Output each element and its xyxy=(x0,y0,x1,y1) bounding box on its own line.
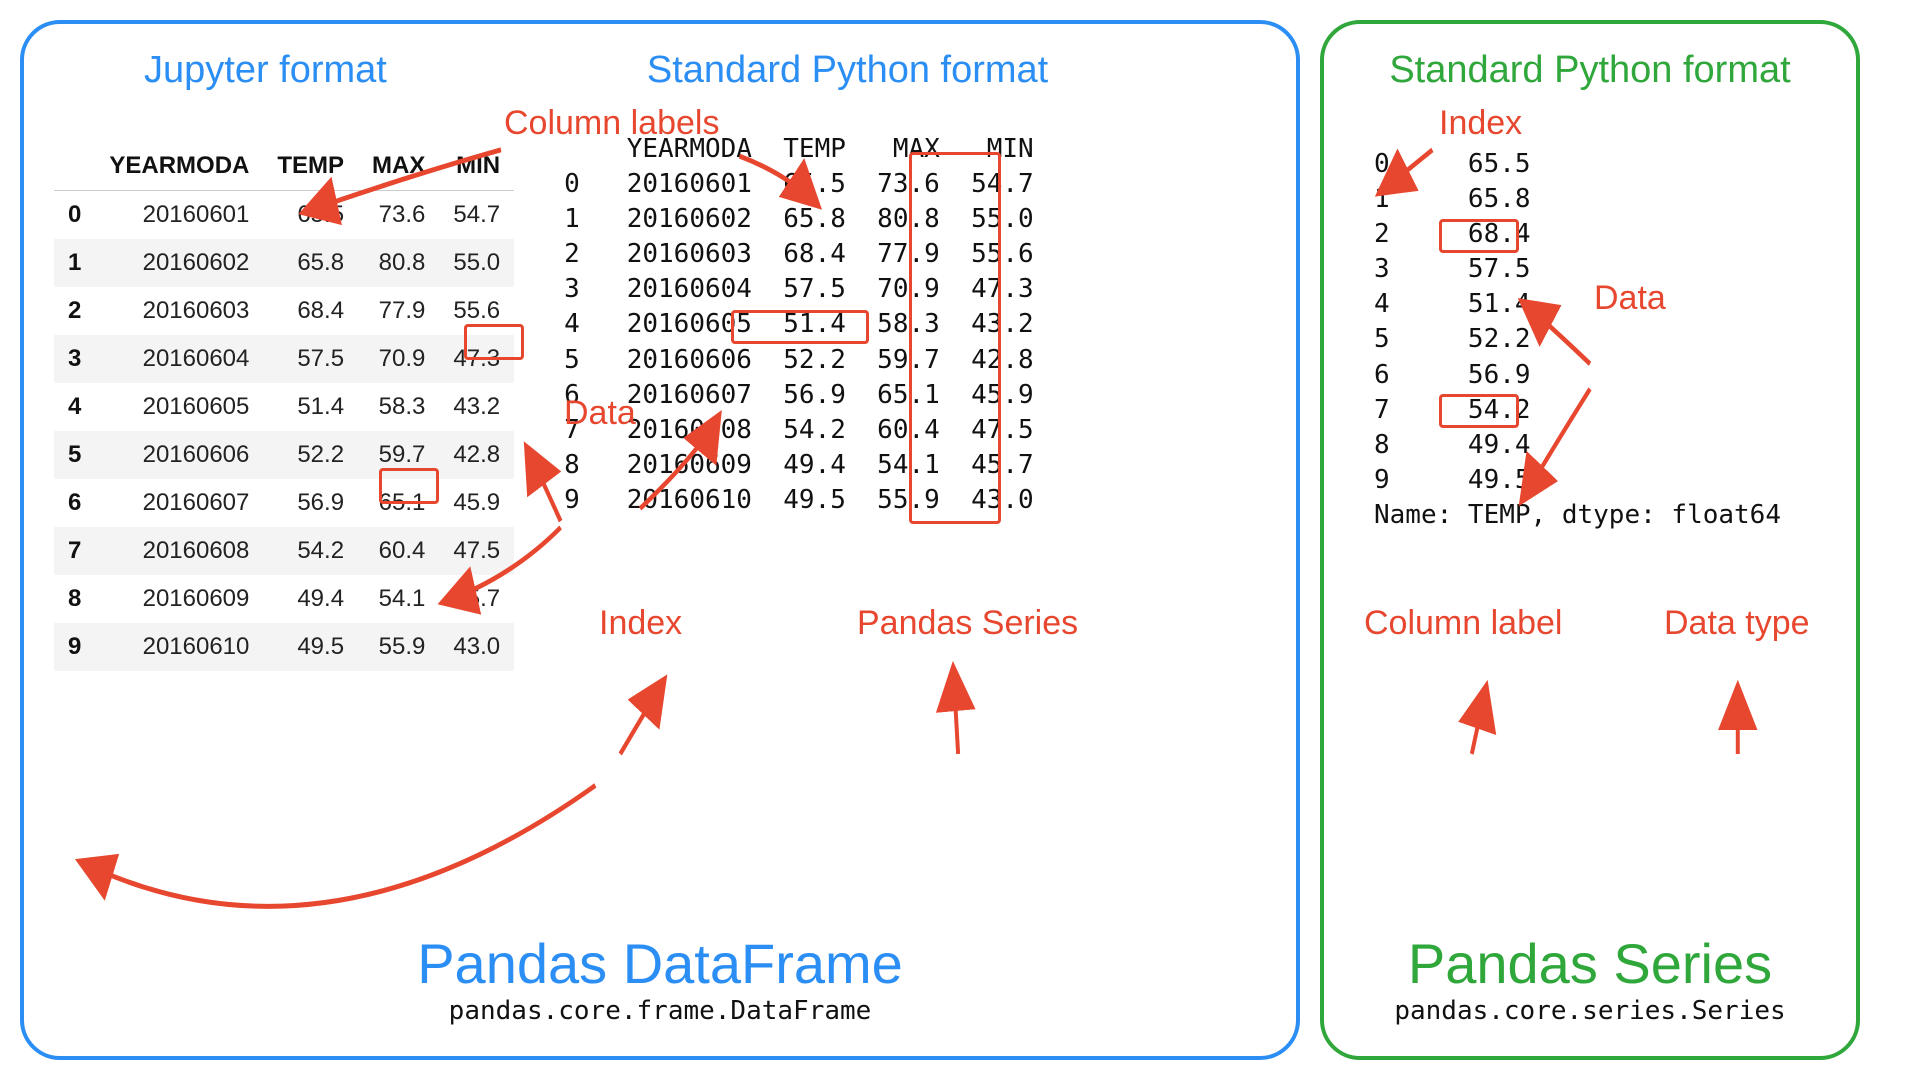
series-print: 0 65.5 1 65.8 2 68.4 3 57.5 4 51.4 5 52.… xyxy=(1374,147,1826,533)
table-row: 02016060165.573.654.7 xyxy=(54,191,514,240)
ann-pandas-series: Pandas Series xyxy=(857,604,1078,643)
col-header: YEARMODA xyxy=(95,142,263,191)
table-row: 22016060368.477.955.6 xyxy=(54,287,514,335)
ann-series-data-type: Data type xyxy=(1664,604,1810,643)
series-big-title: Pandas Series xyxy=(1324,931,1856,996)
col-header: TEMP xyxy=(263,142,358,191)
ann-column-labels: Column labels xyxy=(504,104,719,143)
dataframe-type-path: pandas.core.frame.DataFrame xyxy=(24,996,1296,1026)
table-row: 32016060457.570.947.3 xyxy=(54,335,514,383)
series-type-path: pandas.core.series.Series xyxy=(1324,996,1856,1026)
ann-data: Data xyxy=(564,394,636,433)
dataframe-panel: Jupyter format Standard Python format YE… xyxy=(20,20,1300,1060)
table-row: 42016060551.458.343.2 xyxy=(54,383,514,431)
ann-series-column-label: Column label xyxy=(1364,604,1562,643)
series-panel: Standard Python format 0 65.5 1 65.8 2 6… xyxy=(1320,20,1860,1060)
jupyter-table-wrap: YEARMODA TEMP MAX MIN 02016060165.573.65… xyxy=(54,142,514,671)
ann-index: Index xyxy=(599,604,682,643)
stdpy-format-title-left: Standard Python format xyxy=(647,49,1048,92)
table-row: 52016060652.259.742.8 xyxy=(54,431,514,479)
col-header: MIN xyxy=(439,142,514,191)
col-header: MAX xyxy=(358,142,439,191)
table-row: 12016060265.880.855.0 xyxy=(54,239,514,287)
dataframe-big-title: Pandas DataFrame xyxy=(24,931,1296,996)
ann-series-data: Data xyxy=(1594,279,1666,318)
stdpy-format-title-right: Standard Python format xyxy=(1354,49,1826,92)
ann-series-index: Index xyxy=(1439,104,1522,143)
table-row: 82016060949.454.145.7 xyxy=(54,575,514,623)
table-row: 72016060854.260.447.5 xyxy=(54,527,514,575)
jupyter-table: YEARMODA TEMP MAX MIN 02016060165.573.65… xyxy=(54,142,514,671)
table-row: 62016060756.965.145.9 xyxy=(54,479,514,527)
table-row: 92016061049.555.943.0 xyxy=(54,623,514,671)
jupyter-format-title: Jupyter format xyxy=(144,49,387,92)
